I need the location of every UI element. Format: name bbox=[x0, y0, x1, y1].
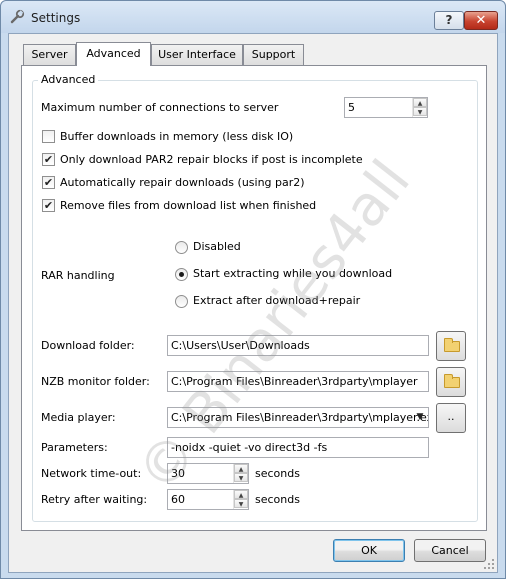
folder-icon bbox=[444, 338, 460, 352]
rar-extract-after-label: Extract after download+repair bbox=[193, 294, 361, 307]
rar-disabled-radio[interactable] bbox=[175, 241, 188, 254]
spin-down-icon[interactable]: ▼ bbox=[234, 499, 248, 508]
par2-blocks-checkbox[interactable]: ✔ bbox=[42, 153, 55, 166]
ok-button[interactable]: OK bbox=[333, 539, 405, 562]
rar-extract-after-radio[interactable] bbox=[175, 295, 188, 308]
dialog-client: Server Advanced User Interface Support A… bbox=[8, 33, 498, 573]
parameters-input[interactable]: -noidx -quiet -vo direct3d -fs bbox=[167, 437, 429, 458]
nzb-monitor-folder-label: NZB monitor folder: bbox=[41, 375, 150, 388]
network-timeout-stepper[interactable]: ▲ ▼ bbox=[233, 464, 248, 483]
title-bar[interactable]: Settings ? ✕ bbox=[1, 1, 505, 33]
buffer-downloads-checkbox[interactable] bbox=[42, 130, 55, 143]
media-player-label: Media player: bbox=[41, 411, 116, 424]
tab-support[interactable]: Support bbox=[243, 44, 304, 65]
wrench-icon bbox=[10, 9, 25, 24]
retry-after-stepper[interactable]: ▲ ▼ bbox=[233, 490, 248, 509]
advanced-panel: Advanced Maximum number of connections t… bbox=[21, 65, 487, 531]
folder-icon bbox=[444, 374, 460, 388]
retry-after-unit: seconds bbox=[255, 493, 300, 506]
media-player-browse-button[interactable]: .. bbox=[436, 403, 466, 433]
window-title: Settings bbox=[31, 11, 81, 25]
rar-handling-label: RAR handling bbox=[41, 269, 115, 282]
buffer-downloads-label: Buffer downloads in memory (less disk IO… bbox=[60, 130, 294, 143]
parameters-label: Parameters: bbox=[41, 441, 108, 454]
spin-up-icon[interactable]: ▲ bbox=[234, 490, 248, 499]
help-button[interactable]: ? bbox=[434, 11, 464, 30]
spin-up-icon[interactable]: ▲ bbox=[413, 98, 427, 107]
close-button[interactable]: ✕ bbox=[464, 11, 498, 30]
resize-grip-icon[interactable] bbox=[483, 558, 495, 570]
remove-finished-label: Remove files from download list when fin… bbox=[60, 199, 317, 212]
tab-advanced[interactable]: Advanced bbox=[76, 42, 151, 66]
tab-user-interface[interactable]: User Interface bbox=[151, 44, 243, 65]
auto-repair-label: Automatically repair downloads (using pa… bbox=[60, 176, 305, 189]
media-player-select[interactable]: C:\Program Files\Binreader\3rdparty\mpla… bbox=[167, 407, 429, 428]
chevron-down-icon[interactable]: ▼ bbox=[412, 408, 428, 427]
rar-disabled-label: Disabled bbox=[193, 240, 241, 253]
max-connections-stepper[interactable]: ▲ ▼ bbox=[412, 98, 427, 117]
max-connections-label: Maximum number of connections to server bbox=[41, 101, 279, 114]
tab-server[interactable]: Server bbox=[23, 44, 76, 65]
settings-window: Settings ? ✕ Server Advanced User Interf… bbox=[0, 0, 506, 579]
download-folder-browse-button[interactable] bbox=[436, 331, 466, 361]
auto-repair-checkbox[interactable]: ✔ bbox=[42, 176, 55, 189]
par2-blocks-label: Only download PAR2 repair blocks if post… bbox=[60, 153, 363, 166]
remove-finished-checkbox[interactable]: ✔ bbox=[42, 199, 55, 212]
nzb-monitor-folder-input[interactable]: C:\Program Files\Binreader\3rdparty\mpla… bbox=[167, 371, 429, 392]
spin-down-icon[interactable]: ▼ bbox=[234, 473, 248, 482]
rar-extract-while-downloading-label: Start extracting while you download bbox=[193, 267, 393, 280]
network-timeout-unit: seconds bbox=[255, 467, 300, 480]
download-folder-label: Download folder: bbox=[41, 339, 135, 352]
network-timeout-label: Network time-out: bbox=[41, 467, 142, 480]
spin-down-icon[interactable]: ▼ bbox=[413, 107, 427, 116]
rar-extract-while-downloading-radio[interactable] bbox=[175, 268, 188, 281]
cancel-button[interactable]: Cancel bbox=[414, 539, 486, 562]
nzb-monitor-folder-browse-button[interactable] bbox=[436, 367, 466, 397]
group-title: Advanced bbox=[38, 73, 99, 86]
download-folder-input[interactable]: C:\Users\User\Downloads bbox=[167, 335, 429, 356]
retry-after-label: Retry after waiting: bbox=[41, 493, 148, 506]
spin-up-icon[interactable]: ▲ bbox=[234, 464, 248, 473]
